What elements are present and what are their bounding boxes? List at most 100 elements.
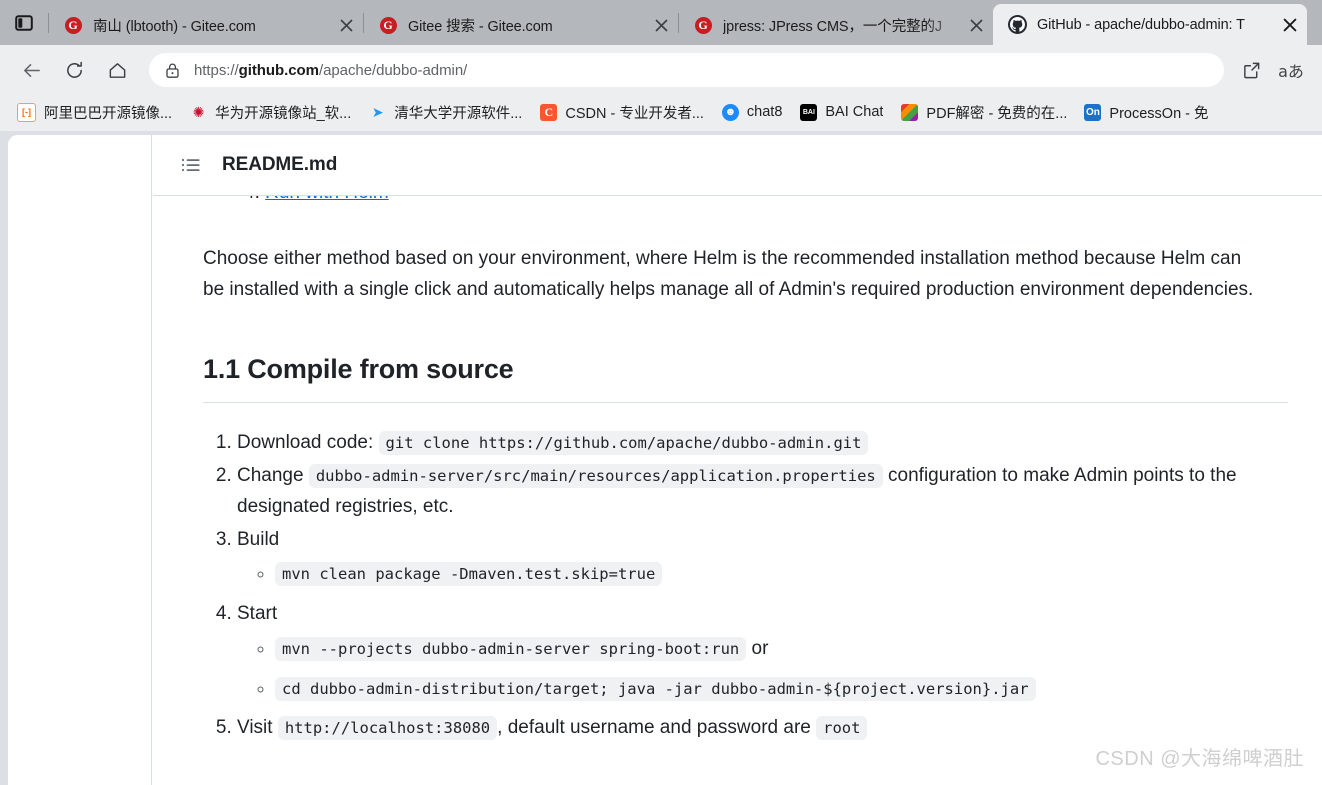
build-sublist: mvn clean package -Dmaven.test.skip=true [237,559,1288,590]
tab-strip-left-controls [0,0,48,45]
external-link-icon [1243,62,1259,78]
bookmark-label: 阿里巴巴开源镜像... [44,105,173,122]
bookmark-alibaba[interactable]: [-] 阿里巴巴开源镜像... [8,98,181,126]
browser-tab-2[interactable]: G Gitee 搜索 - Gitee.com [364,5,678,45]
readme-filename: README.md [222,154,338,175]
code-git-clone: git clone https://github.com/apache/dubb… [378,431,869,456]
bookmark-label: BAI Chat [825,104,884,120]
bookmark-tsinghua[interactable]: ➤ 清华大学开源软件... [360,98,531,126]
csdn-icon: C [540,103,558,121]
bai-chat-icon: BAI [800,103,818,121]
pdf-icon [901,103,919,121]
split-screen-button[interactable] [1234,53,1268,87]
code-localhost-url: http://localhost:38080 [277,716,498,741]
close-icon[interactable] [963,12,989,38]
step-text: Download code: [237,432,374,454]
step-start: Start mvn --projects dubbo-admin-server … [237,599,1288,704]
bookmark-label: CSDN - 专业开发者... [565,105,704,122]
step-visit: Visit http://localhost:38080, default us… [237,713,1288,744]
clipped-item-number: 4. [244,196,260,203]
bookmark-label: 华为开源镜像站_软... [215,105,352,122]
code-root-credentials: root [816,716,868,741]
browser-tab-3[interactable]: G jpress: JPress CMS，一个完整的J [679,5,993,45]
home-button[interactable] [100,53,134,87]
bookmark-bai-chat[interactable]: BAI BAI Chat [791,98,892,126]
bookmark-processon[interactable]: On ProcessOn - 免 [1075,98,1217,126]
run-with-helm-link[interactable]: Run with Helm [265,196,389,203]
compile-steps-list: Download code: git clone https://github.… [203,428,1288,744]
step-text: Change [237,465,304,487]
code-application-properties: dubbo-admin-server/src/main/resources/ap… [308,464,883,489]
table-of-contents-icon[interactable] [180,154,202,176]
list-item: mvn clean package -Dmaven.test.skip=true [275,559,1288,590]
start-sublist: mvn --projects dubbo-admin-server spring… [237,634,1288,705]
github-icon [1007,15,1027,35]
tab-strip: G 南山 (lbtooth) - Gitee.com G Gitee 搜索 - … [0,0,1322,45]
list-item: mvn --projects dubbo-admin-server spring… [275,634,1288,665]
readme-body: 4. Run with Helm Choose either method ba… [153,196,1322,744]
tab-title: GitHub - apache/dubbo-admin: T [1037,16,1245,33]
step-change-properties: Change dubbo-admin-server/src/main/resou… [237,461,1288,523]
url-host: github.com [238,61,319,79]
page-viewport: README.md 4. Run with Helm Choose either… [0,131,1322,785]
lock-icon[interactable] [161,62,183,79]
web-page: README.md 4. Run with Helm Choose either… [8,135,1322,785]
bookmarks-bar: [-] 阿里巴巴开源镜像... ✺ 华为开源镜像站_软... ➤ 清华大学开源软… [0,95,1322,131]
close-x-glyph [654,18,668,32]
bookmark-label: chat8 [746,104,783,120]
intro-paragraph: Choose either method based on your envir… [203,248,1254,300]
step-text-after: , default username and password are [497,717,811,739]
gitee-icon: G [63,15,83,35]
step-download-code: Download code: git clone https://github.… [237,428,1288,459]
huawei-icon: ✺ [192,103,205,120]
gitee-icon: G [693,15,713,35]
bookmark-huawei[interactable]: ✺ 华为开源镜像站_软... [181,98,360,126]
tsinghua-icon: ➤ [371,103,384,120]
code-mvn-clean-package: mvn clean package -Dmaven.test.skip=true [275,562,663,587]
code-mvn-spring-boot-run: mvn --projects dubbo-admin-server spring… [275,636,747,661]
step-build: Build mvn clean package -Dmaven.test.ski… [237,525,1288,591]
url-scheme: https:// [194,61,239,79]
section-heading-compile-from-source: 1.1 Compile from source [203,348,1288,404]
processon-icon: On [1084,103,1102,121]
code-java-jar: cd dubbo-admin-distribution/target; java… [275,676,1036,701]
page-left-gutter [8,135,152,785]
close-x-glyph [339,18,353,32]
close-x-glyph [969,18,983,32]
translate-label: aあ [1278,62,1304,81]
bookmark-label: ProcessOn - 免 [1109,105,1209,122]
browser-toolbar: https://github.com/apache/dubbo-admin/ a… [0,45,1322,95]
tab-list: G 南山 (lbtooth) - Gitee.com G Gitee 搜索 - … [48,0,1322,45]
close-icon[interactable] [1277,12,1303,38]
alibaba-icon: [-] [17,102,36,122]
gitee-icon: G [378,15,398,35]
tab-title: jpress: JPress CMS，一个完整的J [723,18,943,35]
reload-button[interactable] [57,53,91,87]
bookmark-label: 清华大学开源软件... [394,105,523,122]
padlock-glyph [165,63,179,78]
tab-title: Gitee 搜索 - Gitee.com [408,18,553,35]
close-x-glyph [1283,17,1297,32]
chat8-icon: ☻ [721,103,739,121]
bookmark-label: PDF解密 - 免费的在... [926,105,1067,122]
browser-tab-1[interactable]: G 南山 (lbtooth) - Gitee.com [49,5,363,45]
sidebar-toggle-button[interactable] [12,11,36,35]
arrow-left-icon [23,63,40,77]
translate-button[interactable]: aあ [1274,53,1308,87]
list-unordered-glyph [181,158,200,172]
bookmark-pdf[interactable]: PDF解密 - 免费的在... [892,98,1075,126]
address-bar[interactable]: https://github.com/apache/dubbo-admin/ [149,53,1224,87]
close-icon[interactable] [333,12,359,38]
readme-header: README.md [153,135,1322,196]
browser-tab-4-active[interactable]: GitHub - apache/dubbo-admin: T [993,4,1307,45]
tab-title: 南山 (lbtooth) - Gitee.com [93,18,256,35]
browser-window: G 南山 (lbtooth) - Gitee.com G Gitee 搜索 - … [0,0,1322,785]
back-button[interactable] [14,53,48,87]
readme-container: README.md 4. Run with Helm Choose either… [153,135,1322,785]
bookmark-chat8[interactable]: ☻ chat8 [713,98,791,126]
step-text: Start [237,603,278,625]
bookmark-csdn[interactable]: C CSDN - 专业开发者... [531,98,713,126]
sidebar-panel-icon [15,14,33,31]
close-icon[interactable] [648,12,674,38]
clipped-list-item: 4. Run with Helm [244,196,1288,213]
